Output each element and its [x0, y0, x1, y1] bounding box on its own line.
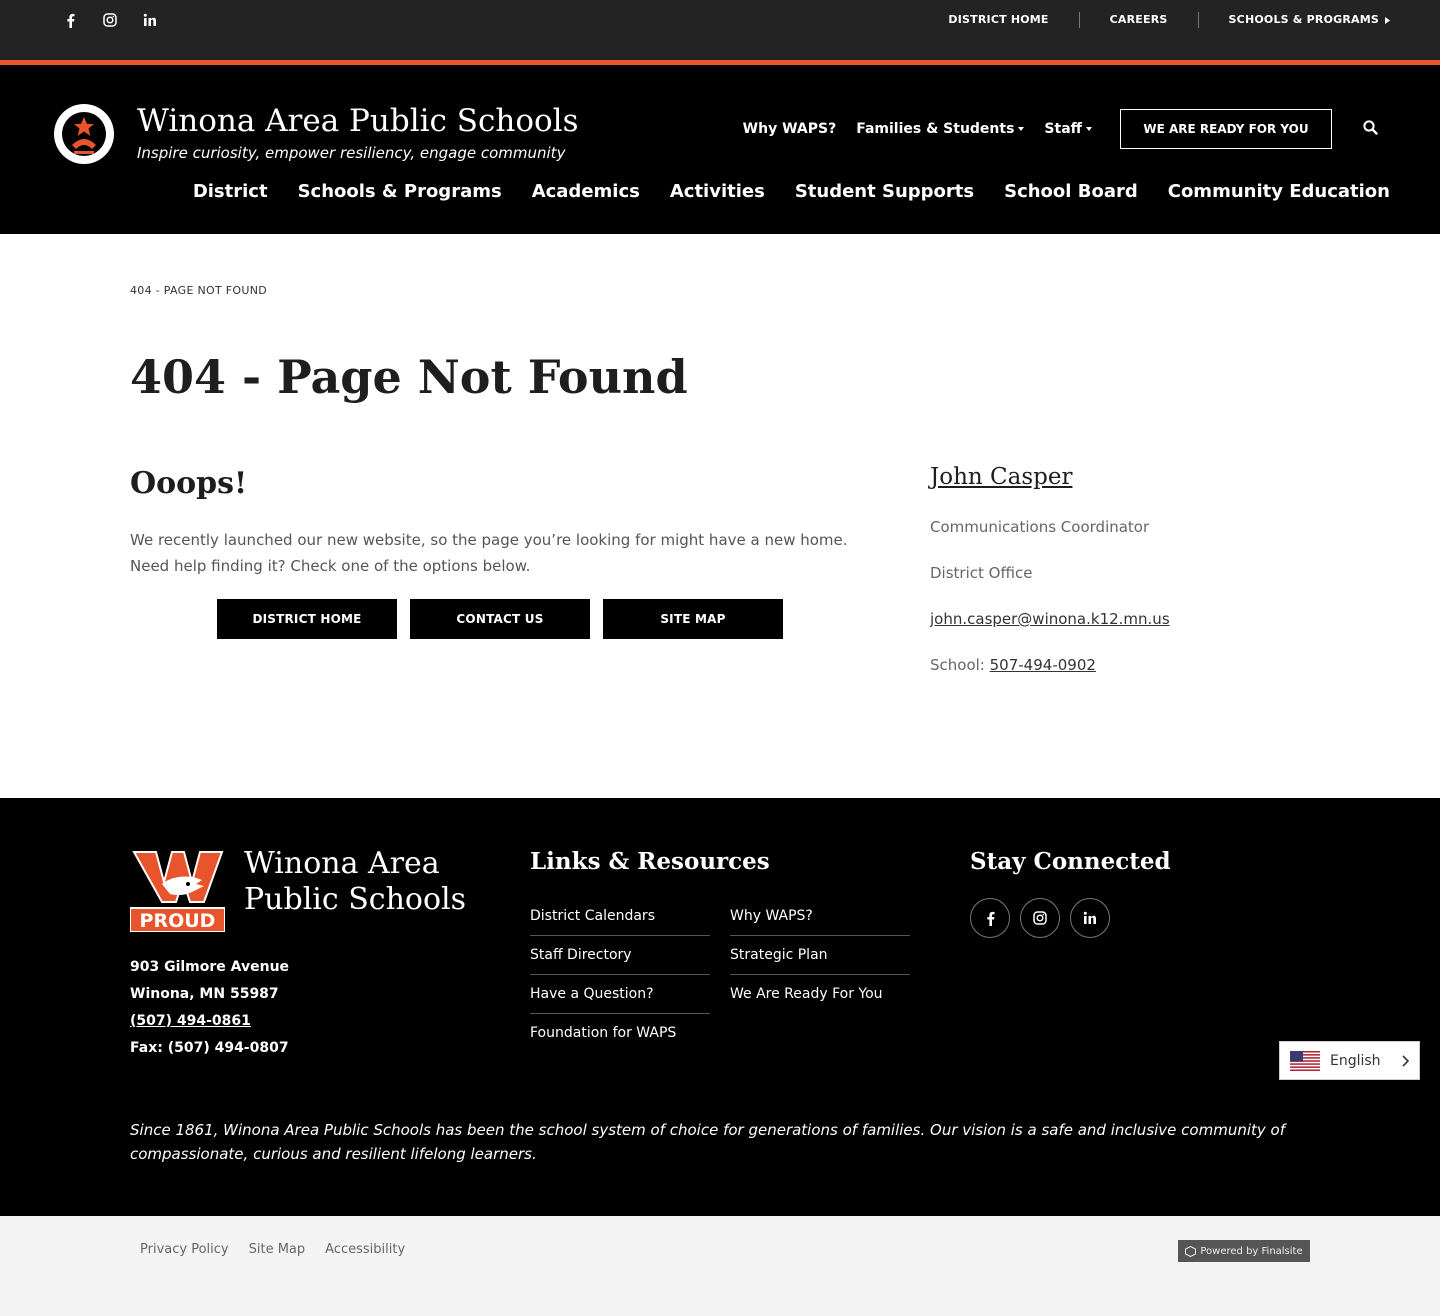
secondary-nav: Why WAPS? Families & Students Staff [743, 121, 1092, 137]
main-nav-activities[interactable]: Activities [670, 181, 765, 202]
utility-social [60, 10, 160, 30]
chevron-right-icon [1385, 16, 1390, 24]
powered-by-badge[interactable]: Powered by Finalsite [1178, 1240, 1310, 1262]
accessibility-link[interactable]: Accessibility [325, 1242, 405, 1257]
site-footer: PROUD Winona Area Public Schools 903 Gil… [0, 798, 1440, 1216]
error-actions: DISTRICT HOME CONTACT US SITE MAP [217, 599, 783, 639]
error-heading: Ooops! [130, 466, 248, 501]
main-nav-school-board[interactable]: School Board [1004, 181, 1138, 202]
main-nav: District Schools & Programs Academics Ac… [193, 181, 1390, 202]
language-label: English [1330, 1052, 1381, 1069]
contact-phone-link[interactable]: 507-494-0902 [990, 656, 1096, 674]
nav-staff[interactable]: Staff [1044, 121, 1092, 137]
footer-site-name: Winona Area Public Schools [244, 846, 467, 917]
breadcrumb: 404 - PAGE NOT FOUND [130, 284, 268, 297]
page-title: 404 - Page Not Found [130, 350, 688, 404]
footer-link-strategic-plan[interactable]: Strategic Plan [730, 936, 910, 975]
contact-phone-label: School: [930, 656, 985, 674]
footer-phone-link[interactable]: (507) 494-0861 [130, 1013, 251, 1029]
main-nav-academics[interactable]: Academics [532, 181, 640, 202]
footer-street: 903 Gilmore Avenue [130, 959, 290, 975]
site-tagline: Inspire curiosity, empower resiliency, e… [137, 144, 566, 162]
utility-link-schools-programs[interactable]: SCHOOLS & PROGRAMS [1197, 12, 1390, 28]
footer-social [970, 898, 1110, 938]
facebook-icon[interactable] [60, 10, 80, 30]
main-nav-district[interactable]: District [193, 181, 268, 202]
links-heading: Links & Resources [530, 848, 770, 875]
facebook-icon[interactable] [970, 898, 1010, 938]
district-logo[interactable] [48, 103, 120, 167]
site-map-link[interactable]: Site Map [249, 1242, 306, 1257]
ready-for-you-button[interactable]: WE ARE READY FOR YOU [1120, 109, 1332, 149]
footer-links: District Calendars Why WAPS? Staff Direc… [530, 897, 910, 1053]
nav-label: Staff [1044, 121, 1082, 137]
footer-link-have-a-question[interactable]: Have a Question? [530, 975, 710, 1014]
main-nav-student-supports[interactable]: Student Supports [795, 181, 974, 202]
utility-links: DISTRICT HOME CAREERS SCHOOLS & PROGRAMS [918, 12, 1390, 28]
search-icon[interactable] [1360, 117, 1380, 137]
footer-logo[interactable]: PROUD [129, 850, 226, 933]
language-selector[interactable]: English [1279, 1041, 1420, 1080]
contact-role: Communications Coordinator [930, 518, 1150, 536]
utility-link-district-home[interactable]: DISTRICT HOME [918, 12, 1078, 28]
district-home-button[interactable]: DISTRICT HOME [217, 599, 397, 639]
privacy-policy-link[interactable]: Privacy Policy [140, 1242, 229, 1257]
footer-link-foundation[interactable]: Foundation for WAPS [530, 1014, 710, 1053]
caret-down-icon [1018, 127, 1025, 131]
powered-by-label: Powered by Finalsite [1200, 1245, 1303, 1257]
error-message: We recently launched our new website, so… [130, 531, 848, 575]
finalsite-icon [1185, 1245, 1197, 1257]
linkedin-icon[interactable] [1070, 898, 1110, 938]
footer-link-ready-for-you[interactable]: We Are Ready For You [730, 975, 910, 1014]
footer-mission: Since 1861, Winona Area Public Schools h… [130, 1121, 1285, 1163]
contact-email: john.casper@winona.k12.mn.us [930, 610, 1170, 628]
footer-link-why-waps[interactable]: Why WAPS? [730, 897, 910, 936]
footer-link-staff-directory[interactable]: Staff Directory [530, 936, 710, 975]
contact-email-link[interactable]: john.casper@winona.k12.mn.us [930, 610, 1170, 628]
contact-card: John Casper Communications Coordinator D… [930, 464, 1350, 674]
contact-office: District Office [930, 564, 1033, 582]
contact-us-button[interactable]: CONTACT US [410, 599, 590, 639]
footer-city: Winona, MN 55987 [130, 986, 279, 1002]
utility-bar: DISTRICT HOME CAREERS SCHOOLS & PROGRAMS [0, 0, 1440, 60]
utility-link-careers[interactable]: CAREERS [1078, 12, 1198, 28]
site-map-button[interactable]: SITE MAP [603, 599, 783, 639]
nav-families-students[interactable]: Families & Students [856, 121, 1025, 137]
instagram-icon[interactable] [1020, 898, 1060, 938]
site-header: Winona Area Public Schools Inspire curio… [0, 65, 1440, 234]
linkedin-icon[interactable] [140, 10, 160, 30]
contact-phone: School: 507-494-0902 [930, 656, 1096, 674]
caret-down-icon [1086, 127, 1092, 131]
site-name[interactable]: Winona Area Public Schools [137, 103, 578, 139]
instagram-icon[interactable] [100, 10, 120, 30]
footer-logo-text: PROUD [140, 910, 216, 932]
footer-fax: Fax: (507) 494-0807 [130, 1040, 289, 1056]
chevron-right-icon [1402, 1054, 1409, 1067]
utility-link-label: SCHOOLS & PROGRAMS [1228, 13, 1379, 26]
nav-why-waps[interactable]: Why WAPS? [743, 121, 837, 137]
bottom-bar: Privacy Policy Site Map Accessibility Po… [0, 1216, 1440, 1316]
main-nav-schools-programs[interactable]: Schools & Programs [298, 181, 502, 202]
footer-link-district-calendars[interactable]: District Calendars [530, 897, 710, 936]
contact-name-link[interactable]: John Casper [930, 464, 1072, 490]
main-nav-community-education[interactable]: Community Education [1168, 181, 1390, 202]
us-flag-icon [1290, 1050, 1320, 1071]
nav-label: Families & Students [856, 121, 1015, 137]
stay-connected-heading: Stay Connected [970, 848, 1171, 875]
legal-links: Privacy Policy Site Map Accessibility [140, 1242, 405, 1257]
footer-address: 903 Gilmore Avenue Winona, MN 55987 (507… [130, 954, 289, 1062]
